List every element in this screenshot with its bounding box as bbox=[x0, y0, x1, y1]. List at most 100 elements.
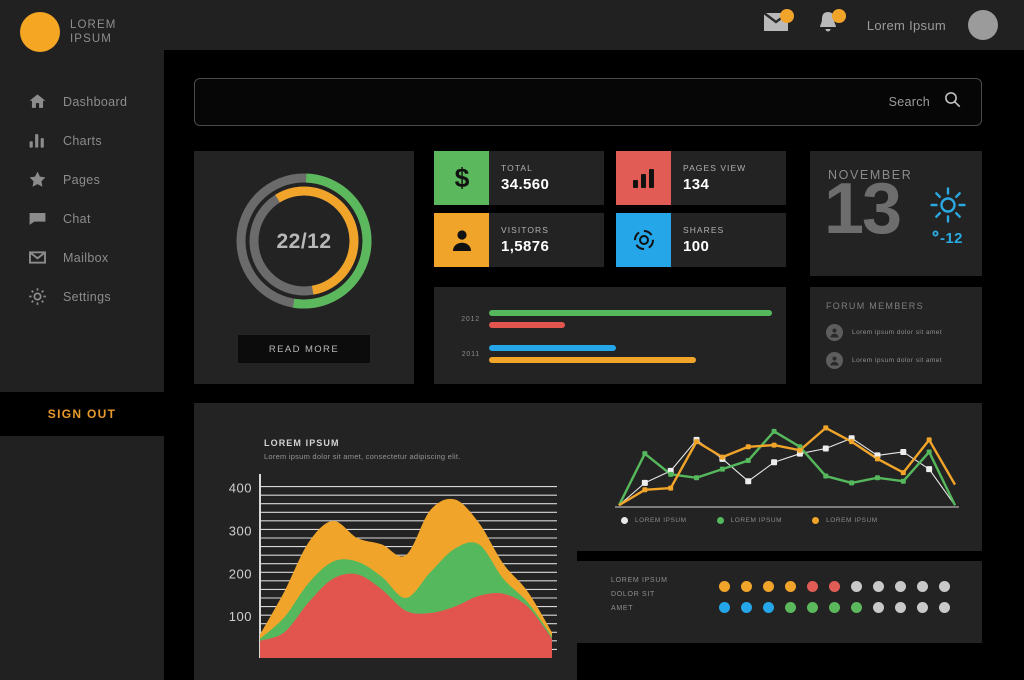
progress-donut-chart: 22/12 bbox=[222, 167, 386, 317]
home-icon bbox=[28, 92, 47, 111]
topbar: Lorem Ipsum bbox=[164, 0, 1024, 50]
forum-member-row[interactable]: Lorem ipsum dolor sit amet bbox=[826, 324, 942, 341]
sidebar-item-dashboard[interactable]: Dashboard bbox=[0, 82, 164, 121]
notification-badge bbox=[831, 9, 846, 23]
dot-matrix-row bbox=[719, 602, 950, 613]
hbar-category-label: 2011 bbox=[461, 350, 480, 358]
stat-label: TOTAL bbox=[501, 163, 533, 173]
stat-label: SHARES bbox=[683, 225, 725, 235]
stat-label: PAGES VIEW bbox=[683, 163, 747, 173]
dot-matrix-grid bbox=[719, 581, 950, 613]
notifications-button[interactable] bbox=[815, 9, 846, 39]
stacked-area-chart-card: LOREM IPSUM Lorem ipsum dolor sit amet, … bbox=[194, 403, 577, 680]
svg-text:100: 100 bbox=[229, 609, 252, 624]
sidebar-item-chat[interactable]: Chat bbox=[0, 199, 164, 238]
dot-matrix-dot bbox=[895, 602, 906, 613]
brand-name: LOREM IPSUM bbox=[70, 19, 117, 45]
stat-card-visitors[interactable]: VISITORS 1,5876 bbox=[434, 213, 604, 267]
mail-badge bbox=[779, 9, 794, 23]
forum-member-name: Lorem ipsum dolor sit amet bbox=[852, 329, 943, 336]
sidebar: LOREM IPSUM Dashboard Charts Pages Chat … bbox=[0, 0, 164, 680]
sidebar-item-label: Dashboard bbox=[63, 94, 128, 109]
dot-matrix-dot bbox=[851, 581, 862, 592]
mail-icon bbox=[28, 248, 47, 267]
svg-text:$: $ bbox=[454, 163, 469, 193]
dot-matrix-dot bbox=[807, 581, 818, 592]
star-icon bbox=[28, 170, 47, 189]
sidebar-nav: Dashboard Charts Pages Chat Mailbox Sett… bbox=[0, 82, 164, 316]
legend-label: LOREM IPSUM bbox=[730, 517, 783, 524]
dot-matrix-row bbox=[719, 581, 950, 592]
sidebar-item-mailbox[interactable]: Mailbox bbox=[0, 238, 164, 277]
search-icon[interactable] bbox=[944, 91, 961, 113]
legend-dot-icon bbox=[716, 517, 724, 524]
stat-value: 134 bbox=[683, 176, 710, 193]
avatar[interactable] bbox=[968, 10, 998, 40]
hbar-bar bbox=[489, 357, 696, 363]
sidebar-item-label: Pages bbox=[63, 172, 101, 187]
dot-matrix-dot bbox=[741, 581, 752, 592]
hbar-bar bbox=[489, 322, 565, 328]
dot-matrix-dot bbox=[873, 581, 884, 592]
forum-member-row[interactable]: Lorem ipsum dolor sit amet bbox=[826, 352, 942, 369]
progress-donut-card: 22/12 READ MORE bbox=[194, 151, 414, 384]
hbar-bar bbox=[489, 310, 772, 316]
stat-value: 100 bbox=[683, 238, 710, 255]
forum-members-card: FORUM MEMBERS Lorem ipsum dolor sit amet… bbox=[810, 287, 982, 384]
stat-value: 34.560 bbox=[501, 176, 550, 193]
sun-icon bbox=[928, 185, 968, 230]
sidebar-item-charts[interactable]: Charts bbox=[0, 121, 164, 160]
stat-label: VISITORS bbox=[501, 225, 549, 235]
share-icon bbox=[616, 213, 671, 267]
dot-matrix-dot bbox=[829, 602, 840, 613]
dot-matrix-dot bbox=[917, 581, 928, 592]
weather-temperature: -12 bbox=[932, 230, 963, 247]
user-name[interactable]: Lorem Ipsum bbox=[867, 18, 946, 33]
dot-matrix-dot bbox=[939, 602, 950, 613]
gear-icon bbox=[28, 287, 47, 306]
dot-matrix-dot bbox=[807, 602, 818, 613]
avatar-icon bbox=[826, 324, 843, 341]
legend-item[interactable]: LOREM IPSUM bbox=[812, 517, 878, 524]
legend-item[interactable]: LOREM IPSUM bbox=[621, 517, 687, 524]
dot-matrix-dot bbox=[785, 581, 796, 592]
svg-text:400: 400 bbox=[229, 481, 252, 496]
legend-dot-icon bbox=[621, 517, 628, 524]
logo-circle-icon bbox=[20, 12, 60, 52]
bar-chart-icon bbox=[28, 131, 47, 150]
hbar-group-2011: 2011 bbox=[450, 345, 696, 363]
dot-matrix-dot bbox=[873, 602, 884, 613]
svg-text:200: 200 bbox=[229, 566, 252, 581]
stat-card-shares[interactable]: SHARES 100 bbox=[616, 213, 786, 267]
dot-matrix-dot bbox=[895, 581, 906, 592]
dot-matrix-card: LOREM IPSUM DOLOR SIT AMET bbox=[577, 561, 982, 643]
brand-logo[interactable]: LOREM IPSUM bbox=[0, 0, 164, 52]
read-more-button[interactable]: READ MORE bbox=[238, 335, 370, 363]
forum-member-name: Lorem ipsum dolor sit amet bbox=[852, 357, 943, 364]
mail-button[interactable] bbox=[763, 9, 794, 39]
hbar-category-label: 2012 bbox=[461, 315, 480, 323]
donut-value: 22/12 bbox=[276, 230, 331, 253]
dot-matrix-dot bbox=[939, 581, 950, 592]
stat-card-total[interactable]: $ TOTAL 34.560 bbox=[434, 151, 604, 205]
forum-members-title: FORUM MEMBERS bbox=[826, 301, 924, 311]
legend-item[interactable]: LOREM IPSUM bbox=[716, 517, 783, 524]
dot-matrix-label: LOREM IPSUM bbox=[611, 577, 668, 584]
sidebar-item-pages[interactable]: Pages bbox=[0, 160, 164, 199]
main-content: Search 22/12 READ MORE $ TOTAL 34.560 PA… bbox=[164, 50, 1024, 680]
search-input[interactable]: Search bbox=[194, 78, 982, 126]
sign-out-label: SIGN OUT bbox=[47, 407, 117, 421]
sidebar-item-label: Settings bbox=[63, 289, 111, 304]
hbar-bar bbox=[489, 345, 616, 351]
search-label: Search bbox=[888, 95, 930, 109]
sign-out-button[interactable]: SIGN OUT bbox=[0, 392, 164, 436]
sidebar-item-label: Mailbox bbox=[63, 250, 109, 265]
sidebar-item-settings[interactable]: Settings bbox=[0, 277, 164, 316]
dashboard-app: LOREM IPSUM Dashboard Charts Pages Chat … bbox=[0, 0, 1024, 680]
stat-card-pages-view[interactable]: PAGES VIEW 134 bbox=[616, 151, 786, 205]
hbar-group-2012: 2012 bbox=[450, 310, 772, 328]
legend-label: LOREM IPSUM bbox=[826, 517, 878, 524]
dot-matrix-dot bbox=[763, 581, 774, 592]
avatar-icon bbox=[826, 352, 843, 369]
dollar-icon: $ bbox=[434, 151, 489, 205]
